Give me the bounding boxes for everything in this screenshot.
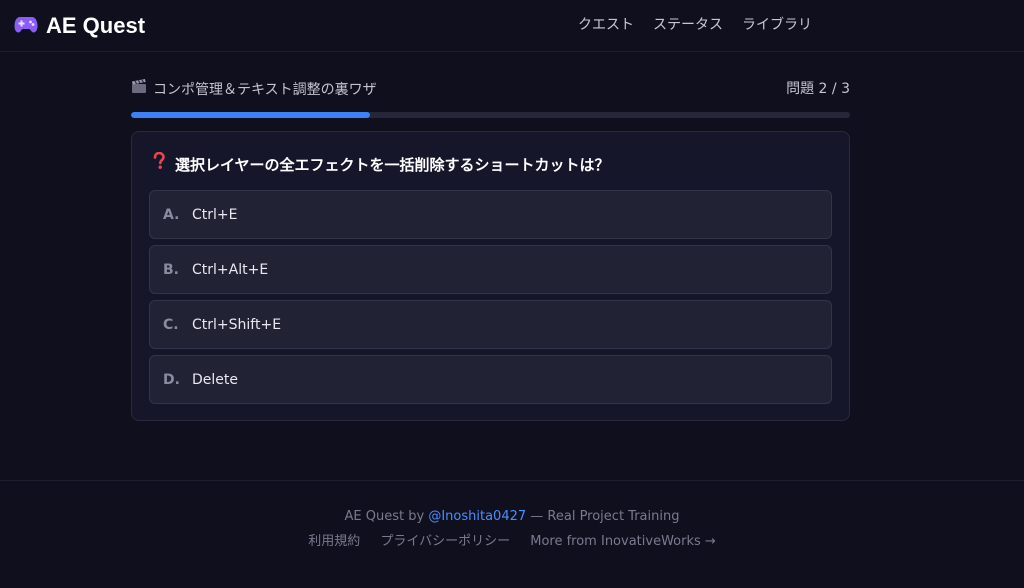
- app-header: AE Quest クエスト ステータス ライブラリ: [0, 0, 1024, 52]
- option-text: Ctrl+Shift+E: [192, 316, 282, 333]
- nav-link-library[interactable]: ライブラリ: [742, 14, 812, 36]
- option-letter: D.: [163, 371, 180, 388]
- answer-option-b[interactable]: B. Ctrl+Alt+E: [149, 245, 832, 294]
- nav-link-status[interactable]: ステータス: [653, 14, 723, 36]
- question-card: 選択レイヤーの全エフェクトを一括削除するショートカットは？ A. Ctrl+E …: [131, 131, 850, 421]
- logo-text: AE Quest: [46, 13, 146, 38]
- progress-bar: [131, 112, 850, 118]
- gamepad-icon: [14, 14, 46, 38]
- question-mark-icon: [151, 151, 175, 177]
- main-nav: クエスト ステータス ライブラリ: [578, 14, 831, 36]
- clapperboard-icon: [131, 78, 153, 101]
- privacy-link[interactable]: プライバシーポリシー: [380, 534, 510, 549]
- option-text: Ctrl+Alt+E: [192, 261, 269, 278]
- question-counter: 問題 2 / 3: [786, 81, 850, 97]
- option-letter: C.: [163, 316, 179, 333]
- footer-credit: AE Quest by @Inoshita0427 — Real Project…: [0, 508, 1024, 526]
- logo[interactable]: AE Quest: [14, 11, 145, 41]
- question-text: 選択レイヤーの全エフェクトを一括削除するショートカットは？: [151, 151, 610, 177]
- option-text: Ctrl+E: [192, 206, 238, 223]
- site-footer: AE Quest by @Inoshita0427 — Real Project…: [0, 480, 1024, 588]
- credit-prefix: AE Quest by: [344, 509, 429, 524]
- option-text: Delete: [192, 371, 238, 388]
- quiz-header: コンポ管理＆テキスト調整の裏ワザ 問題 2 / 3: [131, 78, 850, 102]
- terms-link[interactable]: 利用規約: [308, 534, 360, 549]
- option-letter: A.: [163, 206, 180, 223]
- question-label: 選択レイヤーの全エフェクトを一括削除するショートカットは？: [175, 155, 610, 174]
- credit-suffix: — Real Project Training: [526, 509, 680, 524]
- answer-option-a[interactable]: A. Ctrl+E: [149, 190, 832, 239]
- footer-links: 利用規約 プライバシーポリシー More from InovativeWorks…: [0, 533, 1024, 551]
- more-works-link[interactable]: More from InovativeWorks →: [530, 534, 716, 549]
- quiz-title-text: コンポ管理＆テキスト調整の裏ワザ: [153, 81, 377, 98]
- answer-option-c[interactable]: C. Ctrl+Shift+E: [149, 300, 832, 349]
- answer-option-d[interactable]: D. Delete: [149, 355, 832, 404]
- author-handle-link[interactable]: @Inoshita0427: [428, 509, 526, 524]
- nav-link-quest[interactable]: クエスト: [578, 14, 634, 36]
- quiz-title: コンポ管理＆テキスト調整の裏ワザ: [131, 78, 377, 101]
- progress-fill: [131, 112, 371, 118]
- option-letter: B.: [163, 261, 179, 278]
